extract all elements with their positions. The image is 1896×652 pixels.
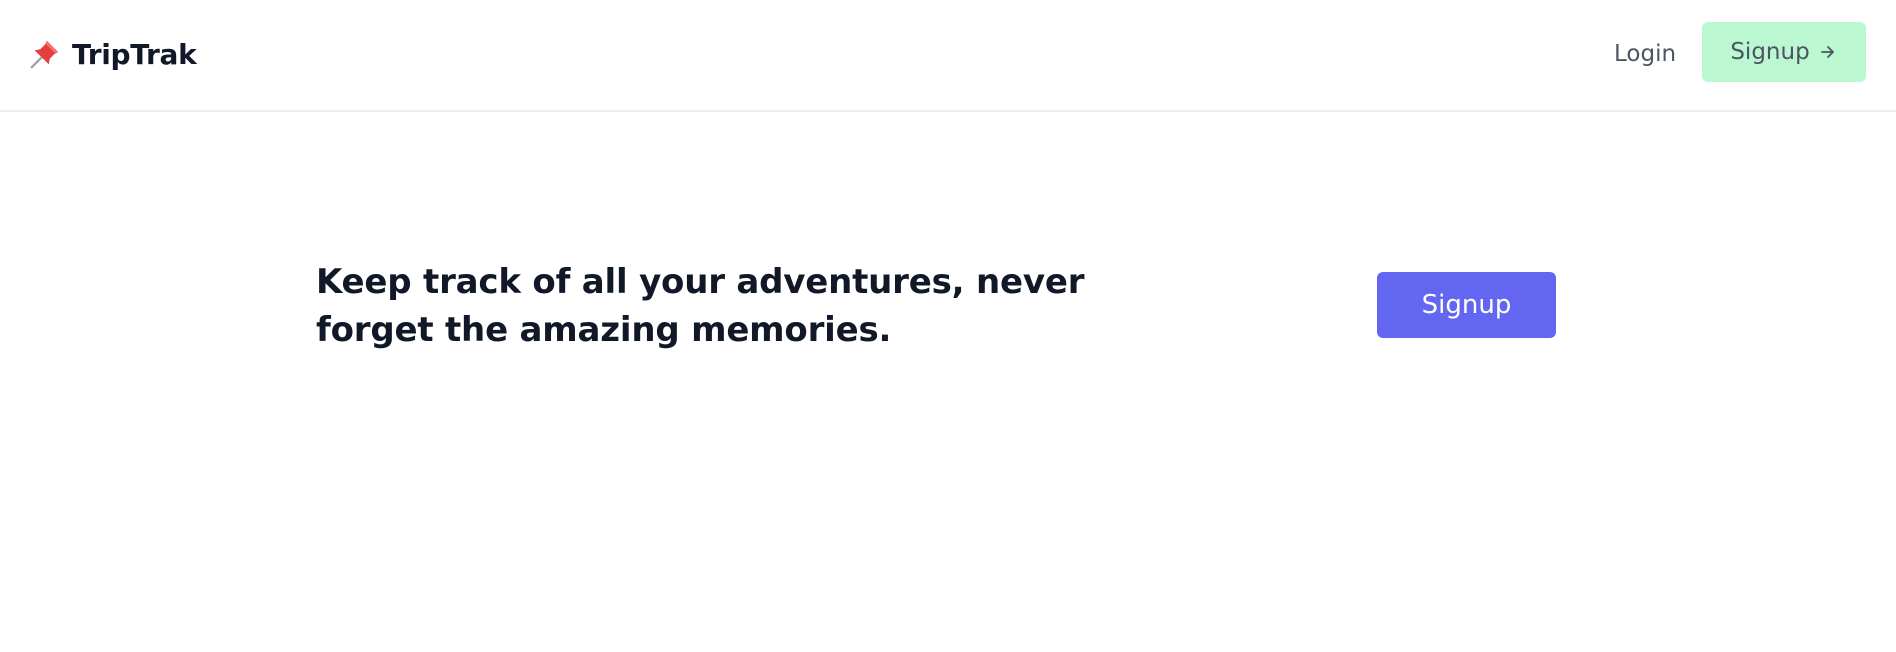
- signup-nav-button[interactable]: Signup: [1702, 22, 1866, 82]
- brand-name: TripTrak: [72, 37, 197, 71]
- top-navbar: TripTrak Login Signup: [0, 0, 1896, 112]
- hero-tagline: Keep track of all your adventures, never…: [316, 262, 1085, 350]
- login-link[interactable]: Login: [1614, 36, 1676, 72]
- brand-logo-link[interactable]: TripTrak: [28, 34, 197, 74]
- arrow-right-icon: [1820, 46, 1834, 58]
- signup-hero-button[interactable]: Signup: [1377, 272, 1556, 338]
- pushpin-icon: [30, 40, 59, 69]
- signup-nav-label: Signup: [1730, 39, 1810, 65]
